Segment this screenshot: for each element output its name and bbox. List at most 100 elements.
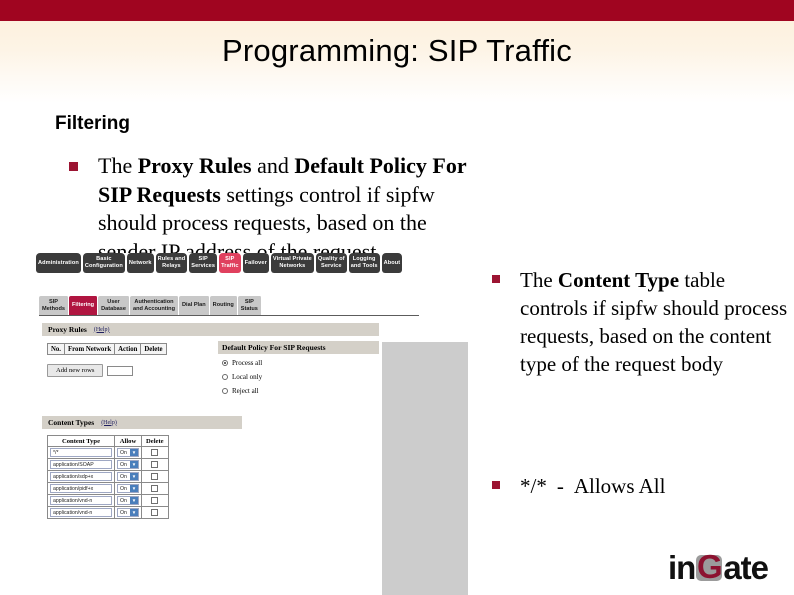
column-action: Action: [114, 343, 142, 355]
main-tab-network[interactable]: Network: [126, 253, 154, 273]
cell-delete: [141, 470, 169, 483]
radio-icon[interactable]: [222, 388, 228, 394]
bullet-square-icon: [492, 275, 500, 283]
delete-checkbox[interactable]: [151, 473, 159, 480]
allow-select[interactable]: On ▼: [117, 460, 139, 469]
bullet-allows-all-text: */* - Allows All: [520, 472, 788, 500]
sub-tab-dial-plan[interactable]: Dial Plan: [179, 296, 210, 315]
cell-allow: On ▼: [114, 458, 142, 471]
delete-checkbox[interactable]: [151, 449, 159, 456]
delete-checkbox[interactable]: [151, 509, 159, 516]
table-row: application/vnd-n On ▼: [47, 494, 169, 507]
content-types-help-link[interactable]: (Help): [101, 420, 117, 426]
sub-tab-filler: [262, 296, 419, 315]
sub-tab-sip-status[interactable]: SIP Status: [237, 296, 262, 315]
cell-allow: On ▼: [114, 506, 142, 519]
radio-option-process-all[interactable]: Process all: [222, 359, 262, 367]
column-delete: Delete: [140, 343, 167, 355]
cell-allow: On ▼: [114, 470, 142, 483]
main-tab-bar: Administration Basic Configuration Netwo…: [36, 253, 468, 283]
bullet-content-type: The Content Type table controls if sipfw…: [492, 266, 788, 378]
column-no: No.: [46, 343, 66, 355]
table-row: application/sdp+x On ▼: [47, 470, 169, 483]
add-rows-control: Add new rows: [47, 364, 134, 377]
delete-checkbox[interactable]: [151, 461, 159, 468]
content-type-input[interactable]: application/sdp+x: [50, 472, 112, 481]
main-tab-sip-services[interactable]: SIP Services: [189, 253, 218, 273]
text-bold-content-type: Content Type: [557, 268, 680, 292]
main-tab-logging-and-tools[interactable]: Logging and Tools: [348, 253, 380, 273]
allow-value: On: [120, 485, 127, 492]
wildcard-pattern: */*: [520, 474, 547, 498]
chevron-down-icon: ▼: [130, 461, 138, 468]
cell-delete: [141, 446, 169, 459]
chevron-down-icon: ▼: [130, 449, 138, 456]
content-type-input[interactable]: application/vnd-n: [50, 496, 112, 505]
allow-select[interactable]: On ▼: [117, 448, 139, 457]
add-rows-count-input[interactable]: [107, 365, 134, 376]
table-row: application/SOAP On ▼: [47, 458, 169, 471]
default-policy-header: Default Policy For SIP Requests: [218, 341, 379, 354]
bullet-allows-all: */* - Allows All: [492, 472, 788, 500]
sub-tab-user-database[interactable]: User Database: [98, 296, 130, 315]
text-fragment: and: [251, 153, 295, 178]
ingate-logo: in G ate: [668, 548, 769, 587]
main-tab-virtual-private-networks[interactable]: Virtual Private Networks: [270, 253, 314, 273]
cell-content-type: application/pidf+x: [47, 482, 115, 495]
allow-value: On: [120, 449, 127, 456]
main-tab-about[interactable]: About: [381, 253, 403, 273]
logo-suffix: ate: [723, 549, 769, 586]
cell-content-type: application/vnd-n: [47, 494, 115, 507]
radio-label: Local only: [232, 373, 263, 381]
sub-tab-filtering[interactable]: Filtering: [69, 296, 99, 315]
radio-icon[interactable]: [222, 374, 228, 380]
radio-option-local-only[interactable]: Local only: [222, 373, 262, 381]
main-tab-basic-configuration[interactable]: Basic Configuration: [82, 253, 125, 273]
radio-option-reject-all[interactable]: Reject all: [222, 387, 259, 395]
allow-select[interactable]: On ▼: [117, 496, 139, 505]
app-content-area: Proxy Rules (Help) No. From Network Acti…: [36, 316, 468, 595]
main-tab-sip-traffic[interactable]: SIP Traffic: [219, 253, 241, 273]
column-content-type: Content Type: [47, 435, 115, 447]
radio-icon[interactable]: [222, 360, 228, 366]
allow-select[interactable]: On ▼: [117, 472, 139, 481]
bullet-proxy-rules-text: The Proxy Rules and Default Policy For S…: [98, 152, 489, 266]
proxy-rules-help-link[interactable]: (Help): [94, 327, 110, 333]
logo-g-letter: G: [696, 548, 723, 585]
column-delete: Delete: [141, 435, 169, 447]
main-tab-quality-of-service[interactable]: Quality of Service: [315, 253, 347, 273]
main-tab-administration[interactable]: Administration: [36, 253, 81, 273]
table-row: */* On ▼: [47, 446, 169, 459]
cell-delete: [141, 482, 169, 495]
sub-tab-authentication-and-accounting[interactable]: Authentication and Accounting: [129, 296, 180, 315]
text-bold-proxy-rules: Proxy Rules: [137, 153, 252, 178]
main-tab-rules-and-relays[interactable]: Rules and Relays: [155, 253, 188, 273]
sub-tab-sip-methods[interactable]: SIP Methods: [39, 296, 69, 315]
content-type-input[interactable]: application/pidf+x: [50, 484, 112, 493]
chevron-down-icon: ▼: [130, 485, 138, 492]
proxy-rules-table: No. From Network Action Delete: [46, 343, 167, 355]
wildcard-description: Allows All: [573, 474, 666, 498]
content-type-input[interactable]: application/vnd-n: [50, 508, 112, 517]
content-type-input[interactable]: */*: [50, 448, 112, 457]
cell-delete: [141, 458, 169, 471]
chevron-down-icon: ▼: [130, 497, 138, 504]
delete-checkbox[interactable]: [151, 497, 159, 504]
logo-prefix: in: [668, 549, 696, 586]
cell-delete: [141, 494, 169, 507]
chevron-down-icon: ▼: [130, 473, 138, 480]
content-type-input[interactable]: application/SOAP: [50, 460, 112, 469]
main-tab-failover[interactable]: Failover: [242, 253, 269, 273]
add-new-rows-button[interactable]: Add new rows: [47, 364, 104, 377]
allow-select[interactable]: On ▼: [117, 508, 139, 517]
cell-allow: On ▼: [114, 482, 142, 495]
cell-content-type: */*: [47, 446, 115, 459]
embedded-app-screenshot: Administration Basic Configuration Netwo…: [36, 253, 468, 595]
delete-checkbox[interactable]: [151, 485, 159, 492]
allow-select[interactable]: On ▼: [117, 484, 139, 493]
sub-tab-routing[interactable]: Routing: [209, 296, 238, 315]
content-types-table: Content Type Allow Delete */* On ▼ applic…: [47, 435, 169, 519]
page-title: Programming: SIP Traffic: [222, 33, 572, 68]
column-from-network: From Network: [64, 343, 116, 355]
cell-allow: On ▼: [114, 494, 142, 507]
